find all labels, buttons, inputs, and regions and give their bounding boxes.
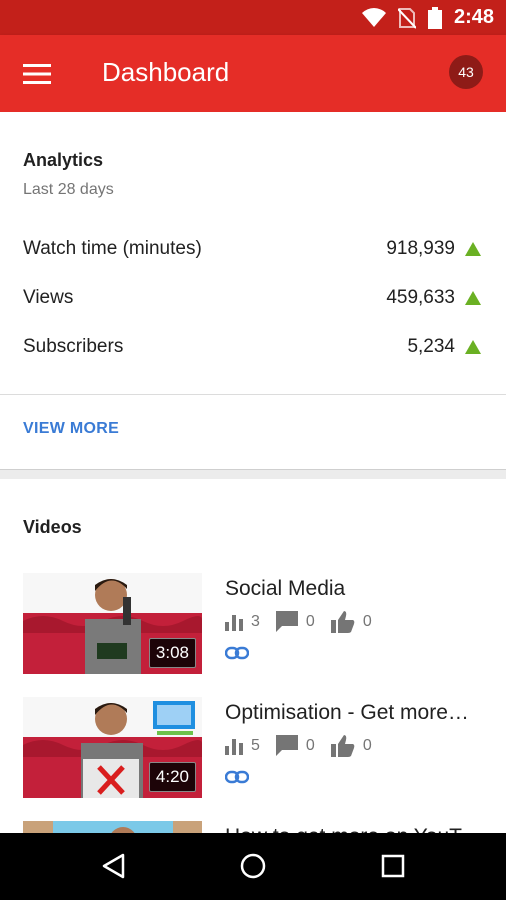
page-title: Dashboard xyxy=(102,57,230,87)
stat-label: Watch time (minutes) xyxy=(23,238,202,259)
link-icon[interactable] xyxy=(225,645,249,661)
trend-up-icon xyxy=(465,340,481,354)
video-view-count: 3 xyxy=(251,613,260,630)
video-stats: 3 0 0 xyxy=(225,611,388,633)
stat-label: Views xyxy=(23,287,74,308)
analytics-title: Analytics xyxy=(23,150,104,170)
navigation-bar xyxy=(0,833,506,900)
divider xyxy=(0,394,506,395)
home-button[interactable] xyxy=(238,851,268,881)
thumbs-up-icon xyxy=(330,611,355,633)
recents-button[interactable] xyxy=(378,851,408,881)
trend-up-icon xyxy=(465,242,481,256)
comment-icon xyxy=(275,611,298,632)
video-item-social-media[interactable]: 3:08 Social Media 3 0 0 xyxy=(23,573,493,677)
status-bar: 2:48 xyxy=(0,0,506,35)
videos-title: Videos xyxy=(23,517,82,537)
stat-value: 5,234 xyxy=(407,336,455,357)
analytics-card: Analytics Last 28 days Watch time (minut… xyxy=(0,112,506,469)
video-duration: 4:20 xyxy=(148,762,196,792)
video-title: Optimisation - Get more… xyxy=(225,701,469,724)
video-title: How to get more on YouTube xyxy=(225,825,490,833)
status-time: 2:48 xyxy=(453,6,494,28)
video-like-count: 0 xyxy=(362,737,372,754)
battery-icon xyxy=(427,6,442,29)
comment-icon xyxy=(275,735,298,756)
video-thumbnail[interactable]: 3:08 xyxy=(23,573,202,674)
bar-chart-icon xyxy=(225,615,243,631)
notification-badge[interactable]: 43 xyxy=(449,55,483,89)
trend-up-icon xyxy=(465,291,481,305)
wifi-icon xyxy=(361,7,386,27)
video-title: Social Media xyxy=(225,577,346,600)
app-bar: Dashboard 43 xyxy=(0,35,506,112)
recents-icon xyxy=(381,854,405,878)
back-button[interactable] xyxy=(98,851,128,881)
video-item-optimisation[interactable]: 4:20 Optimisation - Get more… 5 0 0 xyxy=(23,697,493,801)
analytics-subtitle: Last 28 days xyxy=(23,181,114,198)
back-icon xyxy=(102,853,125,879)
stat-row-views: Views 459,633 xyxy=(23,283,481,313)
video-thumbnail[interactable] xyxy=(23,821,202,833)
videos-card: Videos 3:08 Social Media 3 0 0 4:20 Opti… xyxy=(0,479,506,833)
link-icon[interactable] xyxy=(225,769,249,785)
bar-chart-icon xyxy=(225,739,243,755)
stat-value: 459,633 xyxy=(386,287,455,308)
video-like-count: 0 xyxy=(362,613,372,630)
stat-row-watch-time: Watch time (minutes) 918,939 xyxy=(23,234,481,264)
video-comment-count: 0 xyxy=(305,613,315,630)
video-item-partial[interactable]: How to get more on YouTube xyxy=(23,821,493,833)
thumbs-up-icon xyxy=(330,735,355,757)
video-stats: 5 0 0 xyxy=(225,735,388,757)
video-view-count: 5 xyxy=(251,737,260,754)
card-separator xyxy=(0,469,506,479)
menu-button[interactable] xyxy=(16,53,58,95)
video-thumbnail[interactable]: 4:20 xyxy=(23,697,202,798)
no-sim-icon xyxy=(397,7,416,29)
home-icon xyxy=(240,853,266,879)
video-comment-count: 0 xyxy=(305,737,315,754)
stat-label: Subscribers xyxy=(23,336,124,357)
video-duration: 3:08 xyxy=(148,638,196,668)
stat-value: 918,939 xyxy=(386,238,455,259)
view-more-button[interactable]: VIEW MORE xyxy=(23,420,119,438)
stat-row-subscribers: Subscribers 5,234 xyxy=(23,332,481,362)
hamburger-icon xyxy=(23,64,51,84)
